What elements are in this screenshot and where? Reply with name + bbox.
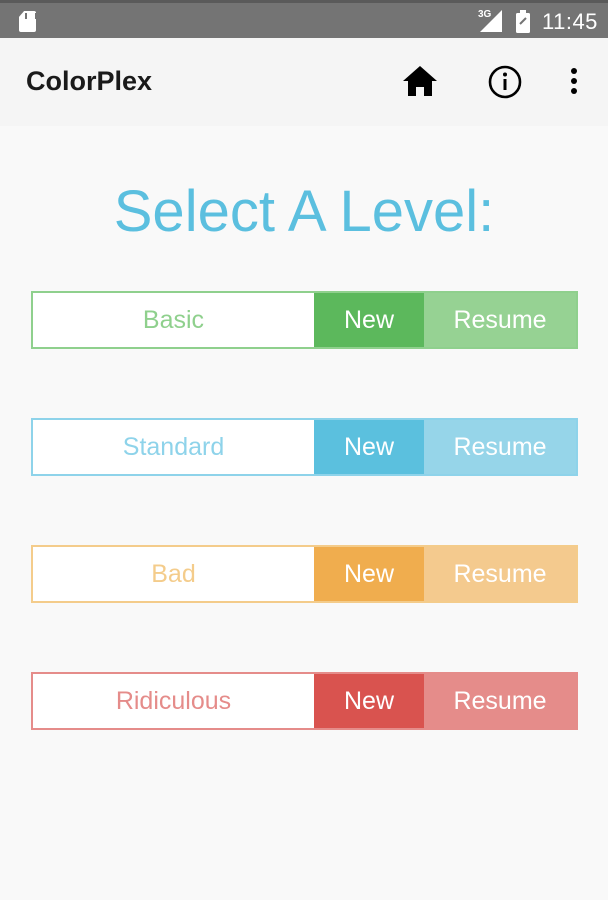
sd-card-icon <box>19 11 36 32</box>
new-game-button[interactable]: New <box>314 420 424 474</box>
app-title: ColorPlex <box>26 66 153 96</box>
status-bar: 3G 11:45 <box>0 0 608 38</box>
home-button[interactable] <box>398 60 442 104</box>
battery-icon <box>516 10 530 33</box>
resume-game-button[interactable]: Resume <box>424 420 576 474</box>
new-game-button[interactable]: New <box>314 547 424 601</box>
new-game-button[interactable]: New <box>314 293 424 347</box>
level-row-standard: Standard New Resume <box>31 418 578 476</box>
signal-icon <box>480 10 502 32</box>
resume-game-button[interactable]: Resume <box>424 547 576 601</box>
level-name-button[interactable]: Standard <box>33 420 314 474</box>
app-toolbar: ColorPlex <box>0 38 608 126</box>
page-heading: Select A Level: <box>113 179 495 244</box>
status-time: 11:45 <box>542 9 598 34</box>
more-vertical-icon <box>571 68 577 94</box>
level-name-button[interactable]: Bad <box>33 547 314 601</box>
new-game-button[interactable]: New <box>314 674 424 728</box>
home-icon <box>403 66 437 96</box>
level-name-button[interactable]: Ridiculous <box>33 674 314 728</box>
level-row-bad: Bad New Resume <box>31 545 578 603</box>
resume-game-button[interactable]: Resume <box>424 674 576 728</box>
level-name-button[interactable]: Basic <box>33 293 314 347</box>
info-icon <box>488 65 522 99</box>
info-button[interactable] <box>483 60 527 104</box>
level-row-basic: Basic New Resume <box>31 291 578 349</box>
level-row-ridiculous: Ridiculous New Resume <box>31 672 578 730</box>
more-options-button[interactable] <box>553 60 597 104</box>
resume-game-button[interactable]: Resume <box>424 293 576 347</box>
